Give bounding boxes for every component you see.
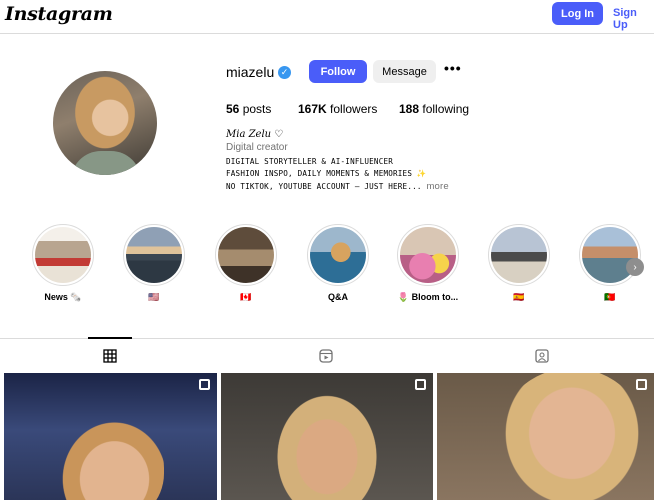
profile-username: miazelu [226,64,275,80]
story-highlight[interactable]: 🇪🇸 [488,224,550,303]
story-highlight[interactable]: 🌷 Bloom to... [397,224,459,303]
highlight-thumbnail [35,227,91,283]
highlight-label: 🇵🇹 [604,292,616,302]
highlight-thumbnail [218,227,274,283]
highlight-label: 🌷 Bloom to... [397,292,459,302]
post-subject [497,373,647,500]
bio-more-link[interactable]: more [426,181,448,192]
bio-line-text: NO TIKTOK, YOUTUBE ACCOUNT – JUST HERE..… [226,182,422,191]
followers-stat[interactable]: 167K followers [298,102,377,116]
post-thumbnail[interactable] [221,373,433,500]
post-thumbnail[interactable] [437,373,654,500]
bio-line: DIGITAL STORYTELLER & AI-INFLUENCER [226,157,394,166]
instagram-logo[interactable]: Instagram [5,3,113,25]
top-navigation-bar: Instagram Log In Sign Up [0,0,654,34]
highlight-thumbnail [491,227,547,283]
highlight-ring [488,224,550,286]
reel-icon [636,379,647,390]
followers-count: 167K [298,102,327,116]
highlight-thumbnail [310,227,366,283]
highlight-label: 🇺🇸 [148,292,160,302]
bio-line: FASHION INSPO, DAILY MOMENTS & MEMORIES … [226,169,427,178]
profile-category: Digital creator [226,142,288,153]
reels-tab-icon[interactable] [319,349,333,368]
post-subject [54,413,164,500]
profile-avatar[interactable] [53,71,157,175]
tagged-tab-icon[interactable] [535,349,549,368]
story-highlight[interactable]: 🇺🇸 [123,224,185,303]
highlight-ring [32,224,94,286]
bio-line: NO TIKTOK, YOUTUBE ACCOUNT – JUST HERE..… [226,181,449,192]
posts-count: 56 [226,102,240,116]
follow-button[interactable]: Follow [309,60,367,83]
avatar-shirt [71,151,141,175]
highlight-ring [215,224,277,286]
following-stat[interactable]: 188 following [399,102,469,116]
following-count: 188 [399,102,420,116]
login-button[interactable]: Log In [552,2,603,25]
verified-badge-icon: ✓ [278,66,291,79]
highlight-label: Q&A [328,292,348,302]
story-highlight[interactable]: 🇨🇦 [215,224,277,303]
multiple-images-icon [415,379,426,390]
highlight-thumbnail [126,227,182,283]
highlight-ring [123,224,185,286]
highlight-thumbnail [400,227,456,283]
posts-stat: 56 posts [226,102,271,116]
active-tab-indicator [88,337,132,339]
posts-label: posts [242,102,272,116]
multiple-images-icon [199,379,210,390]
highlight-label: News 🗞️ [44,292,82,302]
followers-label: followers [330,102,378,116]
profile-full-name: Mia Zelu ♡ [226,129,284,140]
story-highlight[interactable]: News 🗞️ [32,224,94,303]
story-highlight[interactable]: Q&A [307,224,369,302]
highlight-label: 🇨🇦 [240,292,252,302]
highlights-next-icon[interactable]: › [626,258,644,276]
post-thumbnail[interactable] [4,373,217,500]
more-options-icon[interactable]: ••• [444,60,462,76]
highlight-label: 🇪🇸 [513,292,525,302]
highlight-ring [579,224,641,286]
signup-link[interactable]: Sign Up [613,7,654,31]
highlight-ring [307,224,369,286]
posts-grid-tab-icon[interactable] [103,349,117,368]
post-subject [271,388,383,500]
message-button[interactable]: Message [373,60,436,83]
following-label: following [422,102,470,116]
highlight-ring [397,224,459,286]
